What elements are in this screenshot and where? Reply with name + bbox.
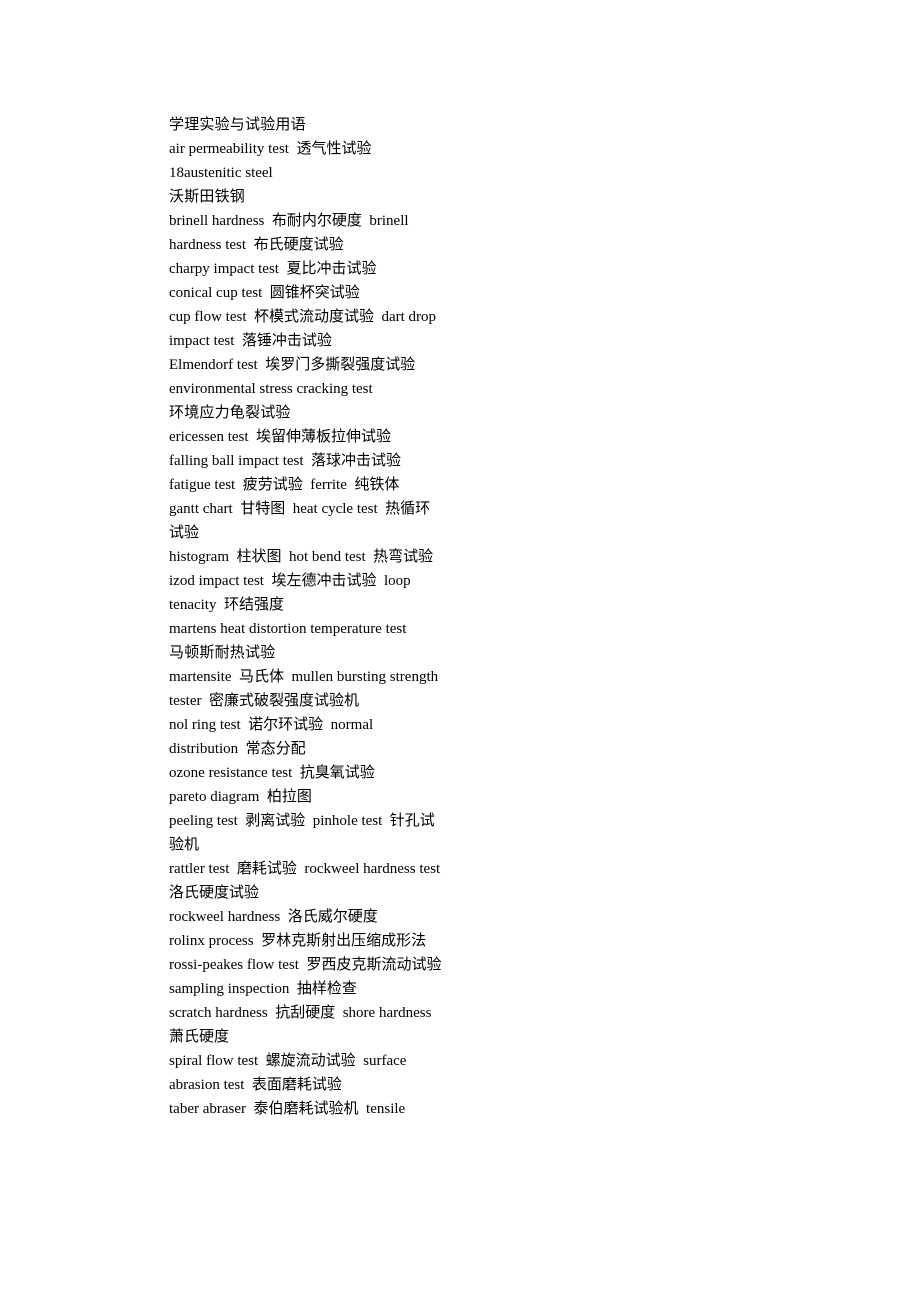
- document-line: environmental stress cracking test: [169, 381, 373, 397]
- document-line: peeling test 剥离试验 pinhole test 针孔试验机: [169, 813, 435, 853]
- document-line: ozone resistance test 抗臭氧试验: [169, 765, 375, 781]
- document-line: cup flow test 杯模式流动度试验 dart drop impact …: [169, 309, 440, 349]
- document-line: gantt chart 甘特图 heat cycle test 热循环试验: [169, 501, 431, 541]
- document-line: falling ball impact test 落球冲击试验: [169, 453, 402, 469]
- document-line: martensite 马氏体 mullen bursting strength …: [169, 669, 442, 709]
- document-line: brinell hardness 布耐内尔硬度 brinell hardness…: [169, 213, 413, 253]
- document-line: 马顿斯耐热试验: [169, 645, 276, 661]
- document-line: conical cup test 圆锥杯突试验: [169, 285, 360, 301]
- document-line: nol ring test 诺尔环试验 normal distribution …: [169, 717, 377, 757]
- document-line: charpy impact test 夏比冲击试验: [169, 261, 377, 277]
- document-line: 18austenitic steel: [169, 165, 273, 181]
- document-line: rossi-peakes flow test 罗西皮克斯流动试验 samplin…: [169, 957, 449, 997]
- document-line: fatigue test 疲劳试验 ferrite 纯铁体: [169, 477, 400, 493]
- document-line: air permeability test 透气性试验: [169, 141, 372, 157]
- document-page: 学理实验与试验用语 air permeability test 透气性试验 18au…: [0, 0, 920, 1302]
- document-line: taber abraser 泰伯磨耗试验机 tensile: [169, 1101, 406, 1117]
- document-line: rattler test 磨耗试验 rockweel hardness test…: [169, 861, 448, 901]
- document-line: rolinx process 罗林克斯射出压缩成形法: [169, 933, 427, 949]
- document-text-column: 学理实验与试验用语 air permeability test 透气性试验 18au…: [169, 113, 445, 1121]
- document-line: Elmendorf test 埃罗门多撕裂强度试验: [169, 357, 416, 373]
- document-line: martens heat distortion temperature test: [169, 621, 407, 637]
- document-line: rockweel hardness 洛氏威尔硬度: [169, 909, 378, 925]
- document-line: scratch hardness 抗刮硬度 shore hardness 萧氏硬…: [169, 1005, 439, 1045]
- document-line: 沃斯田铁钢: [169, 189, 246, 205]
- document-line: histogram 柱状图 hot bend test 热弯试验: [169, 549, 434, 565]
- document-line: pareto diagram 柏拉图: [169, 789, 312, 805]
- document-line: spiral flow test 螺旋流动试验 surface abrasion…: [169, 1053, 411, 1093]
- document-line: 环境应力龟裂试验: [169, 405, 291, 421]
- document-line: ericessen test 埃留伸薄板拉伸试验: [169, 429, 392, 445]
- document-line: 学理实验与试验用语: [169, 117, 306, 133]
- document-line: izod impact test 埃左德冲击试验 loop tenacity 环…: [169, 573, 415, 613]
